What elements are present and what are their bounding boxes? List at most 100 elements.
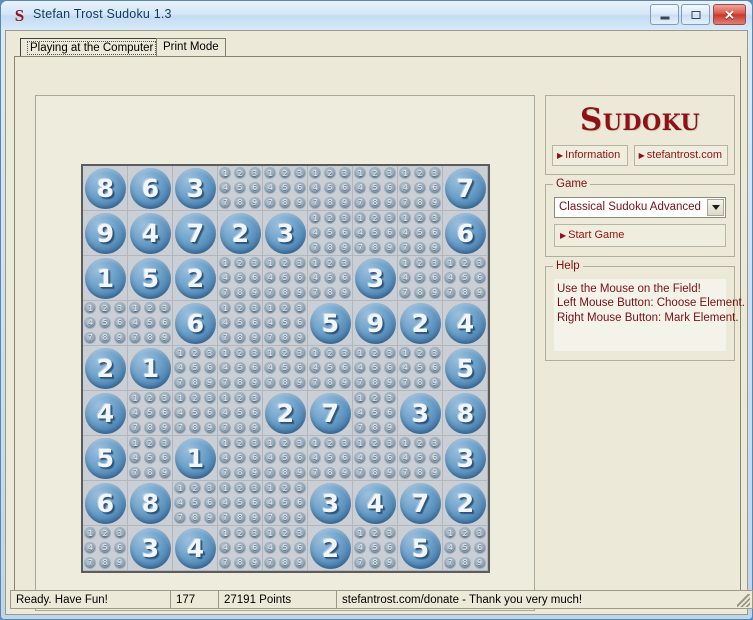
- candidate-5[interactable]: 5: [233, 451, 248, 466]
- candidate-9[interactable]: 9: [292, 285, 307, 300]
- candidate-4[interactable]: 4: [308, 451, 323, 466]
- candidate-6[interactable]: 6: [157, 406, 172, 421]
- candidate-4[interactable]: 4: [308, 271, 323, 286]
- candidate-2[interactable]: 2: [233, 481, 248, 496]
- board-cell[interactable]: 123456789: [263, 256, 308, 301]
- board-cell[interactable]: 2: [398, 301, 443, 346]
- candidate-3[interactable]: 3: [112, 301, 127, 316]
- candidate-4[interactable]: 4: [443, 541, 458, 556]
- candidate-6[interactable]: 6: [382, 181, 397, 196]
- candidate-9[interactable]: 9: [382, 555, 397, 570]
- candidate-1[interactable]: 1: [83, 301, 98, 316]
- candidate-2[interactable]: 2: [368, 391, 383, 406]
- candidate-9[interactable]: 9: [292, 465, 307, 480]
- board-cell[interactable]: 123456789: [218, 481, 263, 526]
- board-cell[interactable]: 123456789: [443, 526, 488, 571]
- candidate-5[interactable]: 5: [98, 316, 113, 331]
- candidate-8[interactable]: 8: [143, 330, 158, 345]
- candidate-3[interactable]: 3: [337, 436, 352, 451]
- candidate-9[interactable]: 9: [427, 465, 442, 480]
- candidate-7[interactable]: 7: [263, 195, 278, 210]
- board-cell[interactable]: 2: [443, 481, 488, 526]
- candidate-7[interactable]: 7: [398, 240, 413, 255]
- candidate-8[interactable]: 8: [233, 465, 248, 480]
- candidate-6[interactable]: 6: [112, 541, 127, 556]
- candidate-1[interactable]: 1: [263, 436, 278, 451]
- candidate-3[interactable]: 3: [292, 436, 307, 451]
- candidate-9[interactable]: 9: [247, 375, 262, 390]
- candidate-4[interactable]: 4: [218, 406, 233, 421]
- candidate-4[interactable]: 4: [173, 361, 188, 376]
- candidate-2[interactable]: 2: [98, 526, 113, 541]
- candidate-5[interactable]: 5: [233, 406, 248, 421]
- candidate-2[interactable]: 2: [458, 526, 473, 541]
- candidate-1[interactable]: 1: [443, 256, 458, 271]
- candidate-4[interactable]: 4: [218, 316, 233, 331]
- candidate-4[interactable]: 4: [398, 226, 413, 241]
- candidate-7[interactable]: 7: [218, 555, 233, 570]
- candidate-5[interactable]: 5: [233, 271, 248, 286]
- candidate-1[interactable]: 1: [218, 301, 233, 316]
- candidate-3[interactable]: 3: [247, 436, 262, 451]
- candidate-1[interactable]: 1: [218, 436, 233, 451]
- candidate-1[interactable]: 1: [308, 211, 323, 226]
- candidate-7[interactable]: 7: [263, 465, 278, 480]
- candidate-4[interactable]: 4: [83, 541, 98, 556]
- board-cell[interactable]: 123456789: [173, 391, 218, 436]
- board-cell[interactable]: 123456789: [83, 301, 128, 346]
- candidate-6[interactable]: 6: [247, 406, 262, 421]
- candidate-7[interactable]: 7: [398, 195, 413, 210]
- candidate-3[interactable]: 3: [382, 391, 397, 406]
- candidate-1[interactable]: 1: [308, 256, 323, 271]
- candidate-9[interactable]: 9: [337, 285, 352, 300]
- candidate-1[interactable]: 1: [308, 346, 323, 361]
- candidate-7[interactable]: 7: [398, 285, 413, 300]
- board-cell[interactable]: 2: [308, 526, 353, 571]
- board-cell[interactable]: 123456789: [398, 166, 443, 211]
- candidate-8[interactable]: 8: [278, 195, 293, 210]
- candidate-6[interactable]: 6: [382, 361, 397, 376]
- candidate-9[interactable]: 9: [382, 465, 397, 480]
- candidate-7[interactable]: 7: [398, 465, 413, 480]
- candidate-6[interactable]: 6: [382, 406, 397, 421]
- candidate-6[interactable]: 6: [202, 496, 217, 511]
- candidate-8[interactable]: 8: [368, 555, 383, 570]
- candidate-5[interactable]: 5: [368, 226, 383, 241]
- candidate-8[interactable]: 8: [413, 375, 428, 390]
- board-cell[interactable]: 3: [353, 256, 398, 301]
- candidate-1[interactable]: 1: [173, 481, 188, 496]
- board-cell[interactable]: 4: [173, 526, 218, 571]
- candidate-3[interactable]: 3: [427, 346, 442, 361]
- candidate-7[interactable]: 7: [218, 465, 233, 480]
- board-cell[interactable]: 5: [128, 256, 173, 301]
- candidate-5[interactable]: 5: [188, 496, 203, 511]
- candidate-8[interactable]: 8: [413, 240, 428, 255]
- candidate-7[interactable]: 7: [353, 420, 368, 435]
- board-cell[interactable]: 8: [83, 166, 128, 211]
- board-cell[interactable]: 123456789: [398, 256, 443, 301]
- candidate-8[interactable]: 8: [188, 510, 203, 525]
- candidate-1[interactable]: 1: [218, 481, 233, 496]
- candidate-2[interactable]: 2: [323, 346, 338, 361]
- candidate-1[interactable]: 1: [263, 256, 278, 271]
- candidate-7[interactable]: 7: [263, 510, 278, 525]
- candidate-5[interactable]: 5: [188, 361, 203, 376]
- candidate-5[interactable]: 5: [413, 361, 428, 376]
- candidate-5[interactable]: 5: [368, 451, 383, 466]
- candidate-2[interactable]: 2: [368, 211, 383, 226]
- candidate-5[interactable]: 5: [188, 406, 203, 421]
- candidate-3[interactable]: 3: [382, 526, 397, 541]
- candidate-5[interactable]: 5: [368, 406, 383, 421]
- candidate-9[interactable]: 9: [292, 195, 307, 210]
- candidate-4[interactable]: 4: [308, 226, 323, 241]
- candidate-6[interactable]: 6: [292, 451, 307, 466]
- board-cell[interactable]: 123456789: [443, 256, 488, 301]
- candidate-7[interactable]: 7: [173, 420, 188, 435]
- candidate-2[interactable]: 2: [98, 301, 113, 316]
- candidate-5[interactable]: 5: [143, 451, 158, 466]
- candidate-5[interactable]: 5: [143, 406, 158, 421]
- candidate-9[interactable]: 9: [292, 510, 307, 525]
- board-cell[interactable]: 123456789: [353, 166, 398, 211]
- candidate-7[interactable]: 7: [128, 330, 143, 345]
- candidate-2[interactable]: 2: [233, 256, 248, 271]
